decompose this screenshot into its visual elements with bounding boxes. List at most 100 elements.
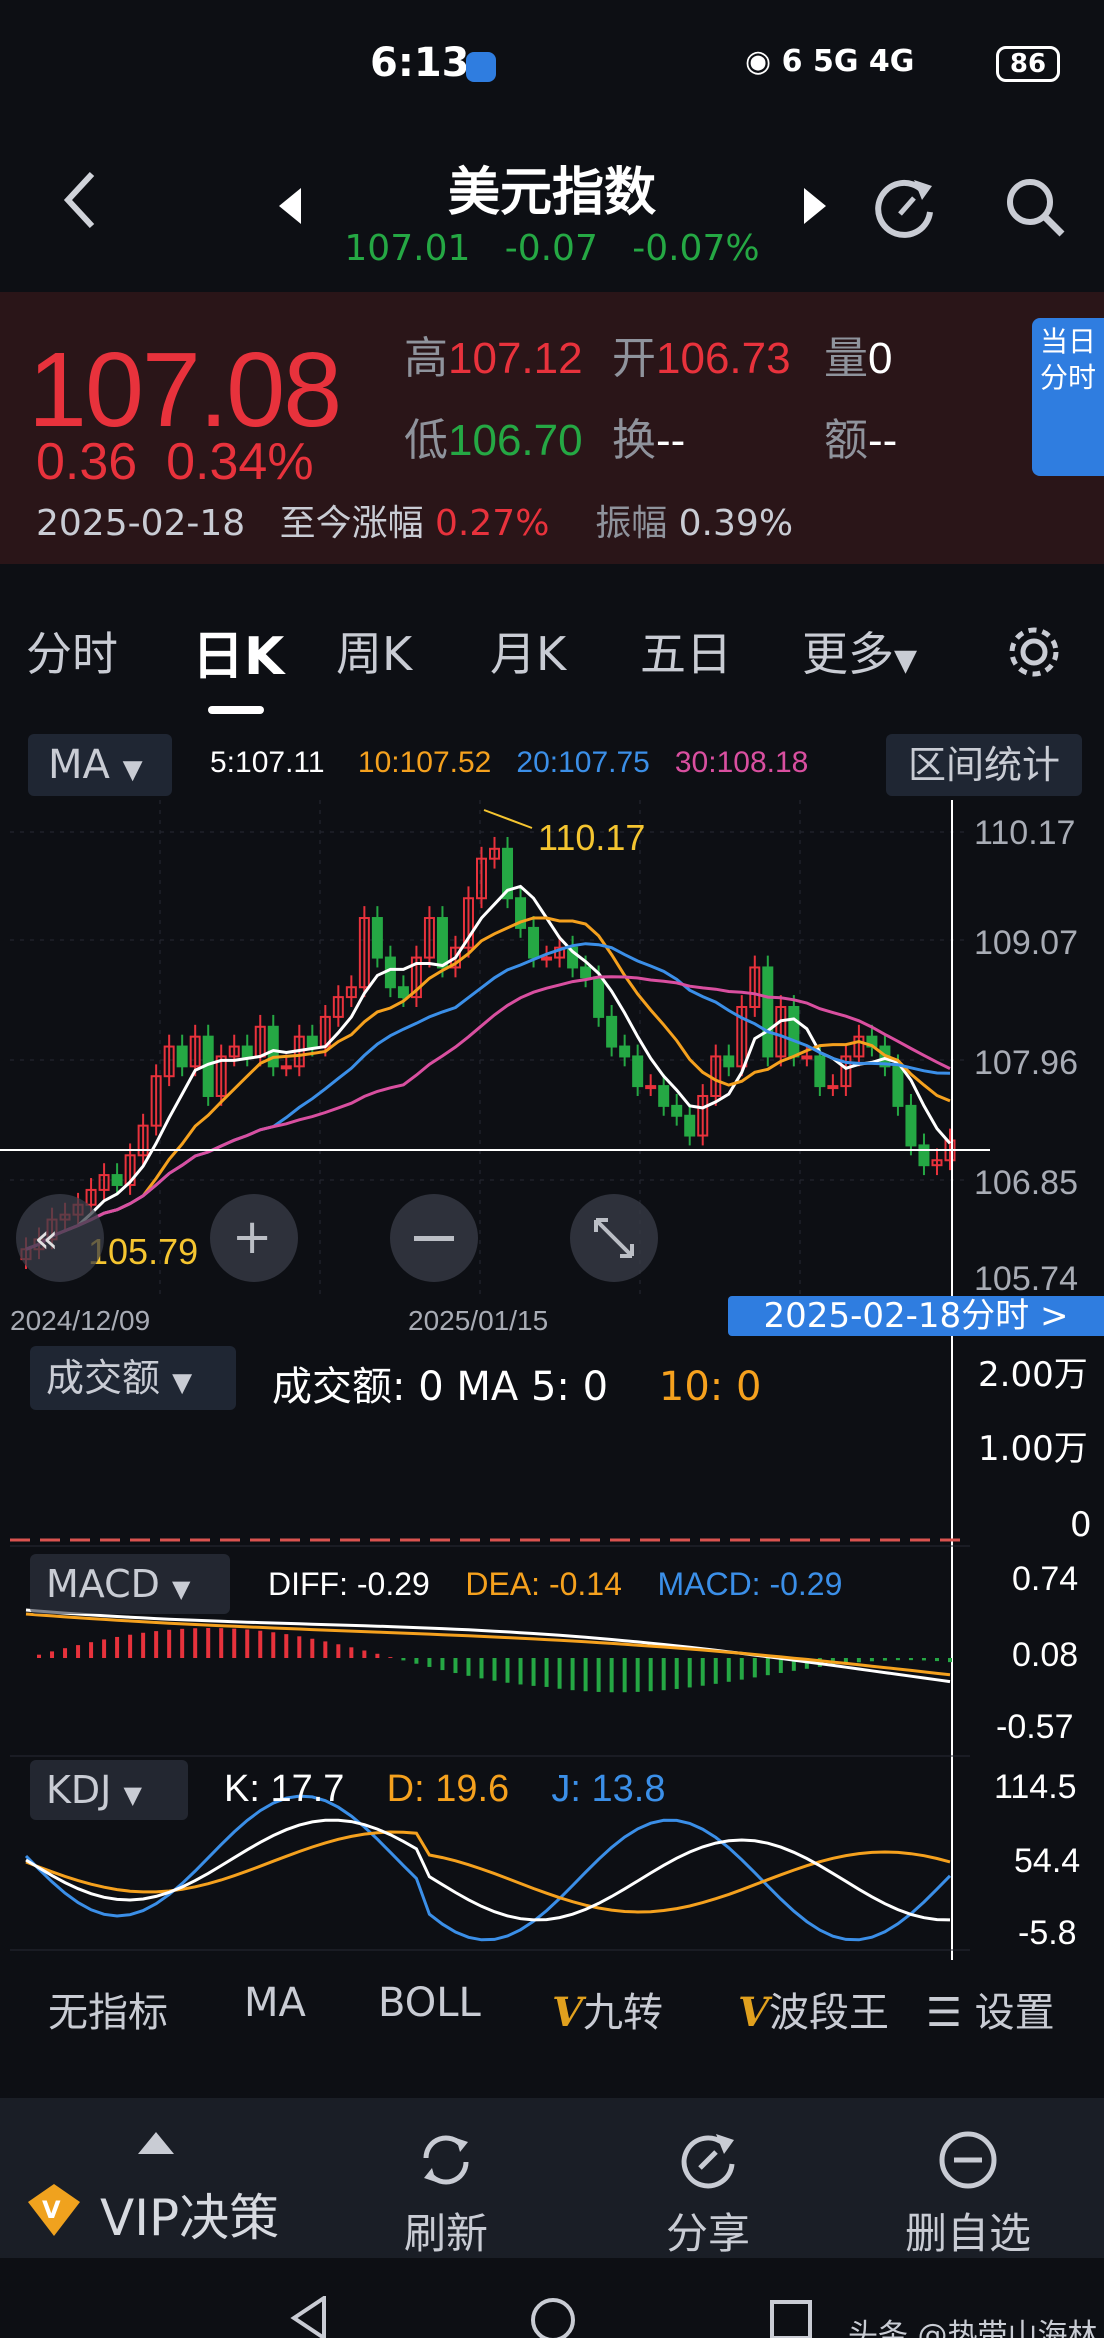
plus-icon: +: [232, 1209, 272, 1265]
high-marker-label: 110.17: [538, 817, 645, 858]
candle-body: [788, 1006, 800, 1058]
nav-remove-label: 删自选: [904, 2209, 1031, 2258]
amount-label: 额: [824, 415, 868, 466]
volume-indicator-select[interactable]: 成交额 ▼: [30, 1346, 236, 1410]
change-pct: 0.34%: [166, 433, 314, 491]
vol-value-text: 成交额: 0 MA 5: 0: [272, 1364, 609, 1410]
candle-body: [280, 1065, 292, 1070]
tab-weekly-k[interactable]: 周K: [336, 618, 412, 684]
macd-axis-2: 0.08: [1012, 1636, 1078, 1674]
indicator-wave-king[interactable]: V波段王: [738, 1980, 889, 2038]
next-instrument-icon[interactable]: [800, 186, 830, 226]
tab-more[interactable]: 更多▼: [802, 618, 917, 684]
system-recents-icon[interactable]: [768, 2298, 814, 2338]
low-value: 106.70: [448, 416, 583, 465]
indicator-boll[interactable]: BOLL: [378, 1980, 481, 2026]
candle-body: [528, 926, 540, 959]
kdj-indicator-select[interactable]: KDJ ▼: [30, 1760, 188, 1820]
macd-axis-3: -0.57: [996, 1708, 1074, 1746]
refresh-icon: [423, 2135, 469, 2185]
refresh-icon[interactable]: [870, 172, 940, 242]
vol-axis-3: 0: [1070, 1505, 1092, 1545]
chevron-down-icon: ▼: [172, 1575, 191, 1603]
settings-label: 设置: [974, 1990, 1055, 2036]
kdj-select-label: KDJ: [46, 1768, 112, 1812]
candle-body: [658, 1085, 670, 1107]
chart-settings-gear-icon[interactable]: [1004, 622, 1064, 682]
vip-diamond-icon: V: [28, 2184, 80, 2236]
vol-select-label: 成交额: [46, 1356, 161, 1400]
price-change: 0.36 0.34%: [36, 432, 314, 492]
tab-monthly-k[interactable]: 月K: [490, 618, 566, 684]
open-value: 106.73: [656, 334, 791, 383]
turnover-stat: 换--: [612, 404, 685, 468]
price-axis-3: 107.96: [974, 1044, 1078, 1082]
vol-label: 量: [824, 333, 868, 384]
search-icon[interactable]: [1000, 172, 1070, 242]
ma20-value: 20:107.75: [516, 746, 650, 779]
candle-body: [905, 1104, 917, 1147]
amp-value: 0.39%: [678, 503, 794, 544]
ytd-label: 至今涨幅: [279, 503, 424, 544]
minus-circle-icon: [939, 2131, 997, 2189]
indicator-settings[interactable]: ☰ 设置: [926, 1980, 1055, 2038]
intraday-date-link[interactable]: 2025-02-18分时 >: [728, 1296, 1104, 1336]
grid-lines: [10, 800, 970, 1300]
macd-axis-1: 0.74: [1012, 1560, 1078, 1598]
tab-intraday[interactable]: 分时: [26, 618, 118, 684]
kdj-k: K: 17.7: [224, 1768, 345, 1810]
low-label: 低: [404, 415, 448, 466]
tab-five-day[interactable]: 五日: [640, 618, 732, 684]
today-intraday-badge[interactable]: 当日分时: [1032, 318, 1104, 476]
ma10-line: [25, 916, 951, 1251]
macd-diff: DIFF: -0.29: [268, 1566, 430, 1602]
range-stats-button[interactable]: 区间统计: [886, 734, 1082, 796]
macd-indicator-select[interactable]: MACD ▼: [30, 1554, 230, 1614]
candle-body: [580, 966, 592, 979]
indicator-nine-turn[interactable]: V九转: [552, 1980, 663, 2038]
price-axis-5: 105.74: [974, 1260, 1078, 1298]
macd-select-label: MACD: [46, 1562, 160, 1606]
nav-refresh-label: 刷新: [403, 2209, 488, 2258]
active-tab-underline: [208, 706, 264, 714]
nav-remove-watchlist[interactable]: 删自选: [898, 2128, 1038, 2261]
date-line: 2025-02-18 至今涨幅 0.27% 振幅 0.39%: [36, 494, 793, 546]
candle-body: [684, 1114, 696, 1137]
nav-share[interactable]: 分享: [648, 2128, 768, 2261]
eye-icon: ◉: [745, 44, 782, 79]
chevron-up-icon[interactable]: [136, 2130, 176, 2156]
ma20-line: [25, 942, 951, 1251]
battery-indicator: 86: [996, 46, 1060, 82]
price-axis-2: 109.07: [974, 924, 1078, 962]
header-last: 107.01: [344, 228, 471, 269]
signal-indicators: ◉ 6 5G 4G: [745, 44, 914, 79]
vol-axis-1: 2.00万: [978, 1355, 1088, 1395]
sliders-icon: ☰: [926, 1990, 975, 2036]
system-home-icon[interactable]: [528, 2296, 578, 2338]
nav-refresh[interactable]: 刷新: [386, 2128, 506, 2261]
kdj-d: D: 19.6: [386, 1768, 510, 1810]
indicator-none[interactable]: 无指标: [48, 1980, 168, 2038]
ma-values: 5:107.11 10:107.52 20:107.75 30:108.18: [210, 746, 808, 780]
ma5-value: 5:107.11: [210, 746, 325, 779]
tab-daily-k[interactable]: 日K: [192, 614, 284, 689]
candle-body: [762, 966, 774, 1058]
header-change-pct: -0.07%: [632, 228, 760, 269]
candle-body: [892, 1065, 904, 1107]
macd-macd: MACD: -0.29: [657, 1566, 843, 1602]
high-value: 107.12: [448, 334, 583, 383]
vol-axis-2: 1.00万: [978, 1429, 1088, 1469]
indicator-ma[interactable]: MA: [244, 1980, 306, 2026]
date-axis-1: 2024/12/09: [10, 1305, 150, 1336]
vip-decision-button[interactable]: VIP决策: [100, 2178, 279, 2250]
change-value: 0.36: [36, 433, 138, 491]
candle-body: [397, 986, 409, 999]
candle-body: [306, 1035, 318, 1048]
system-back-icon[interactable]: [290, 2296, 330, 2338]
kdj-d-line: [25, 1830, 951, 1914]
amp-label: 振幅: [595, 503, 668, 544]
ma-indicator-select[interactable]: MA ▼: [28, 734, 172, 796]
candle-body: [814, 1055, 826, 1088]
macd-dea: DEA: -0.14: [465, 1566, 622, 1602]
wave-king-label: 波段王: [769, 1990, 890, 2036]
